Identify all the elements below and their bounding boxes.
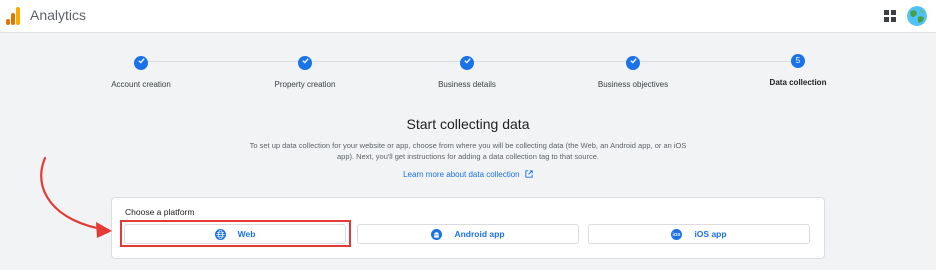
step-label: Business objectives [597, 80, 669, 89]
step-account-creation: Account creation [71, 54, 211, 89]
step-number: 5 [791, 54, 805, 68]
globe-icon [214, 228, 226, 240]
svg-text:iOS: iOS [673, 232, 681, 237]
platform-label: iOS app [694, 229, 727, 239]
step-label: Account creation [111, 80, 171, 89]
step-data-collection: 5 Data collection [728, 54, 868, 87]
card-title: Choose a platform [125, 207, 195, 217]
top-app-bar: Analytics [0, 0, 936, 33]
description-text: To set up data collection for your websi… [249, 141, 687, 161]
android-icon [431, 228, 443, 240]
web-platform-button[interactable]: Web [124, 224, 346, 244]
step-property-creation: Property creation [235, 54, 375, 89]
step-business-details: Business details [397, 54, 537, 89]
check-icon [626, 56, 640, 70]
ios-app-platform-button[interactable]: iOS iOS app [588, 224, 810, 244]
check-icon [134, 56, 148, 70]
android-app-platform-button[interactable]: Android app [357, 224, 579, 244]
app-title: Analytics [30, 7, 87, 23]
page-title: Start collecting data [406, 116, 530, 132]
check-icon [298, 56, 312, 70]
ios-icon: iOS [671, 228, 683, 240]
avatar[interactable] [907, 6, 927, 26]
step-label: Property creation [274, 80, 336, 89]
platform-label: Web [237, 229, 256, 239]
step-label: Data collection [769, 78, 827, 87]
check-icon [460, 56, 474, 70]
learn-more-link[interactable]: Learn more about data collection [0, 170, 936, 179]
learn-more-label[interactable]: Learn more about data collection [403, 170, 520, 179]
apps-grid-icon[interactable] [884, 10, 896, 22]
step-label: Business details [438, 80, 496, 89]
platform-label: Android app [454, 229, 505, 239]
analytics-logo-icon[interactable] [6, 7, 20, 25]
external-link-icon [525, 170, 533, 178]
choose-platform-card: Choose a platform Web Android app iOS iO… [111, 197, 825, 259]
step-business-objectives: Business objectives [563, 54, 703, 89]
